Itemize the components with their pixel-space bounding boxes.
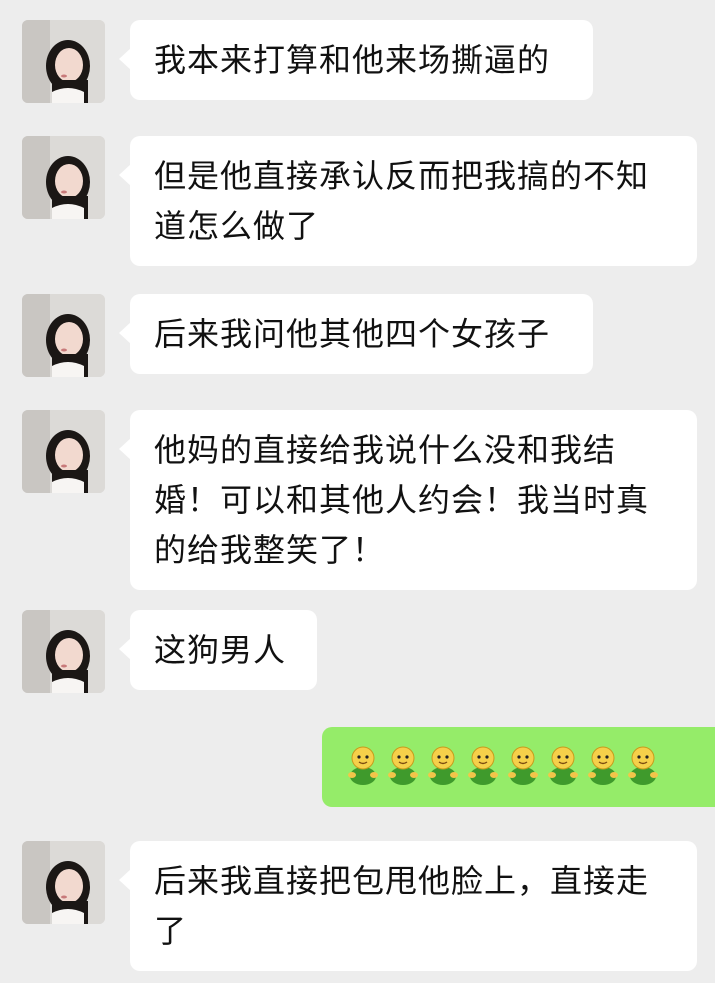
message-text: 他妈的直接给我说什么没和我结婚！可以和其他人约会！我当时真的给我整笑了！ bbox=[154, 431, 650, 569]
doge-green-emoji-icon bbox=[628, 746, 658, 785]
message-text: 我本来打算和他来场撕逼的 bbox=[154, 41, 551, 79]
message-text: 但是他直接承认反而把我搞的不知道怎么做了 bbox=[154, 157, 650, 245]
message-bubble[interactable]: 他妈的直接给我说什么没和我结婚！可以和其他人约会！我当时真的给我整笑了！ bbox=[119, 410, 697, 590]
doge-green-emoji-icon bbox=[348, 746, 378, 785]
message-text: 这狗男人 bbox=[154, 631, 287, 669]
avatar[interactable] bbox=[22, 610, 105, 693]
message-bubble[interactable]: 但是他直接承认反而把我搞的不知道怎么做了 bbox=[119, 136, 697, 266]
message-bubble[interactable]: 这狗男人 bbox=[119, 610, 317, 690]
doge-green-emoji-icon bbox=[388, 746, 418, 785]
chat-window: 我本来打算和他来场撕逼的 但是他直接承认反而把我搞的不知道怎么做了 后来我问他其… bbox=[0, 0, 715, 983]
message-bubble[interactable]: 我本来打算和他来场撕逼的 bbox=[119, 20, 593, 100]
message-text: 后来我直接把包甩他脸上，直接走了 bbox=[154, 862, 650, 950]
avatar[interactable] bbox=[22, 841, 105, 924]
doge-green-emoji-icon bbox=[508, 746, 538, 785]
avatar[interactable] bbox=[22, 294, 105, 377]
avatar[interactable] bbox=[22, 136, 105, 219]
message-bubble[interactable]: 后来我直接把包甩他脸上，直接走了 bbox=[119, 841, 697, 971]
doge-green-emoji-icon bbox=[588, 746, 618, 785]
doge-green-emoji-icon bbox=[428, 746, 458, 785]
message-bubble[interactable]: 后来我问他其他四个女孩子 bbox=[119, 294, 593, 374]
message-text: 后来我问他其他四个女孩子 bbox=[154, 315, 551, 353]
avatar[interactable] bbox=[22, 410, 105, 493]
doge-green-emoji-icon bbox=[468, 746, 498, 785]
doge-green-emoji-icon bbox=[548, 746, 578, 785]
avatar[interactable] bbox=[22, 20, 105, 103]
message-bubble-outgoing[interactable] bbox=[322, 727, 715, 807]
emoji-sequence bbox=[346, 743, 691, 787]
